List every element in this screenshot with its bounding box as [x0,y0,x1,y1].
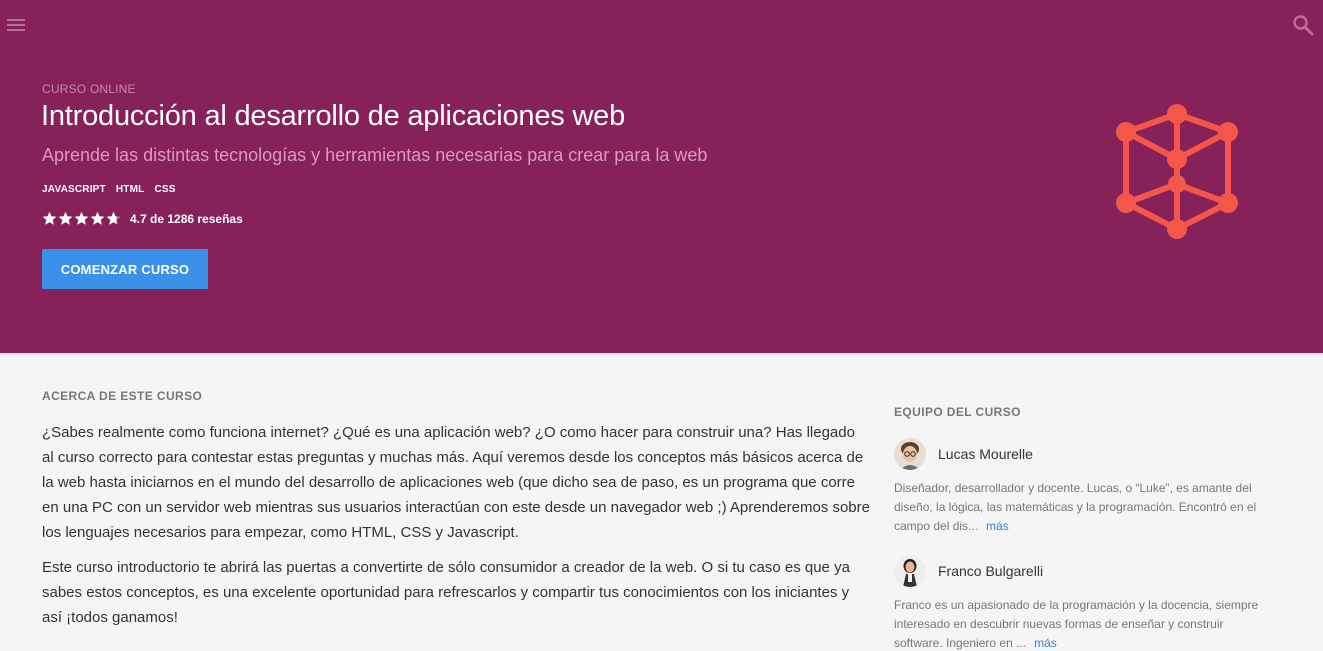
hamburger-menu-icon[interactable] [6,15,26,35]
course-rating: 4.7 de 1286 reseñas [42,211,243,226]
star-icon [42,211,57,225]
more-link[interactable]: más [1034,636,1057,650]
course-title: Introducción al desarrollo de aplicacion… [41,100,626,132]
star-icon [74,211,89,225]
member-bio-text: Franco es un apasionado de la programaci… [894,598,1259,650]
start-course-button[interactable]: COMENZAR CURSO [42,249,208,289]
team-member: Franco Bulgarelli Franco es un apasionad… [894,554,1259,651]
member-name[interactable]: Lucas Mourelle [938,446,1033,462]
about-paragraph: Este curso introductorio te abrirá las p… [42,559,850,626]
cube-network-icon [1116,104,1238,239]
member-bio: Diseñador, desarrollador y docente. Luca… [894,479,1259,536]
tag-css: CSS [154,184,176,195]
about-paragraph: ¿Sabes realmente como funciona internet?… [42,424,870,541]
course-subtitle: Aprende las distintas tecnologías y herr… [42,145,708,165]
team-heading: EQUIPO DEL CURSO [894,405,1021,419]
star-icon [106,211,121,225]
rating-stars [42,211,121,226]
tag-javascript: JAVASCRIPT [42,184,106,195]
more-link[interactable]: más [986,519,1009,533]
about-heading: ACERCA DE ESTE CURSO [42,389,203,403]
team-member: Lucas Mourelle Diseñador, desarrollador … [894,437,1259,536]
avatar[interactable] [894,438,926,470]
star-icon [58,211,73,225]
member-bio-text: Diseñador, desarrollador y docente. Luca… [894,481,1257,533]
star-icon [90,211,105,225]
course-hero: CURSO ONLINE Introducción al desarrollo … [0,0,1323,353]
course-type-label: CURSO ONLINE [42,82,136,96]
tag-html: HTML [115,184,145,195]
rating-text: 4.7 de 1286 reseñas [130,211,243,226]
member-bio: Franco es un apasionado de la programaci… [894,596,1259,651]
hero-divider [0,353,1323,355]
course-tags: JAVASCRIPT HTML CSS [42,184,176,195]
member-name[interactable]: Franco Bulgarelli [938,563,1043,579]
search-icon[interactable] [1292,14,1314,36]
avatar[interactable] [894,555,926,587]
